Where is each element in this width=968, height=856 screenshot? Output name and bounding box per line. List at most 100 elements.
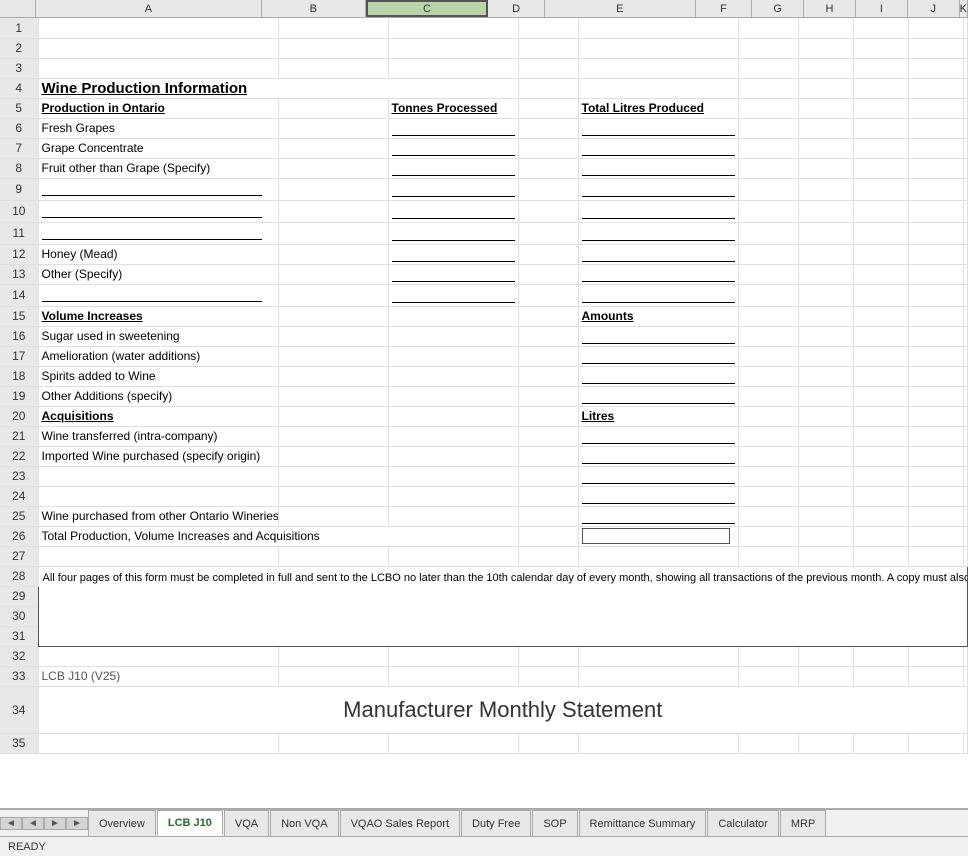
col-f-header: Total Litres Produced <box>578 98 738 118</box>
sheet-content: 1 2 <box>0 18 968 808</box>
col-header-D: D <box>488 0 545 17</box>
label-grape-concentrate: Grape Concentrate <box>38 138 278 158</box>
tab-vqa[interactable]: VQA <box>224 810 269 836</box>
col-header-F: F <box>696 0 753 17</box>
label-amounts: Amounts <box>578 306 738 326</box>
tab-duty-free[interactable]: Duty Free <box>461 810 531 836</box>
row-num: 21 <box>0 426 38 446</box>
table-row: 18 Spirits added to Wine <box>0 366 968 386</box>
table-row: 14 <box>0 284 968 306</box>
tab-vqao-sales-report[interactable]: VQAO Sales Report <box>340 810 460 836</box>
table-row: 8 Fruit other than Grape (Specify) <box>0 158 968 178</box>
row11-tonnes-input[interactable] <box>522 226 575 240</box>
table-row: 20 Acquisitions Litres <box>0 406 968 426</box>
tab-non-vqa[interactable]: Non VQA <box>270 810 338 836</box>
table-row: 15 Volume Increases Amounts <box>0 306 968 326</box>
row14-tonnes-input[interactable] <box>522 288 575 302</box>
table-row: 26 Total Production, Volume Increases an… <box>0 526 968 546</box>
table-row: 24 <box>0 486 968 506</box>
grape-concentrate-tonnes-input[interactable] <box>522 141 575 155</box>
tab-mrp[interactable]: MRP <box>780 810 826 836</box>
tab-overview[interactable]: Overview <box>88 810 156 836</box>
label-other-specify: Other (Specify) <box>38 264 278 284</box>
total-production-box[interactable] <box>582 528 730 544</box>
label-sugar-sweetening: Sugar used in sweetening <box>38 326 278 346</box>
table-row: 13 Other (Specify) <box>0 264 968 284</box>
label-volume-increases: Volume Increases <box>38 306 278 326</box>
table-row: 12 Honey (Mead) <box>0 244 968 264</box>
row-num: 30 <box>0 606 38 626</box>
fruit-other-tonnes-input[interactable] <box>522 161 575 175</box>
tab-sop[interactable]: SOP <box>532 810 577 836</box>
tab-bar: ◄ ◄ ► ► Overview LCB J10 VQA Non VQA VQA… <box>0 808 968 836</box>
col-header-A: A <box>36 0 262 17</box>
tab-scroll-right[interactable]: ► <box>44 817 66 830</box>
label-other-additions: Other Additions (specify) <box>38 386 278 406</box>
table-row: 32 <box>0 646 968 666</box>
table-row: 27 <box>0 546 968 566</box>
tab-calculator[interactable]: Calculator <box>707 810 779 836</box>
status-text: READY <box>8 841 46 853</box>
row-num: 8 <box>0 158 38 178</box>
row-num: 28 <box>0 566 38 586</box>
table-row: 10 <box>0 200 968 222</box>
table-row: 28 All four pages of this form must be c… <box>0 566 968 586</box>
notice-text: All four pages of this form must be comp… <box>38 566 968 646</box>
sheet-table: 1 2 <box>0 18 968 754</box>
row9-tonnes-input[interactable] <box>522 182 575 196</box>
other-tonnes-input[interactable] <box>522 267 575 281</box>
column-headers: A B C D E F G H I J K <box>0 0 968 18</box>
row-num: 4 <box>0 78 38 98</box>
row-num: 1 <box>0 18 38 38</box>
table-row: 19 Other Additions (specify) <box>0 386 968 406</box>
tab-lcb-j10[interactable]: LCB J10 <box>157 810 223 836</box>
table-row: 11 <box>0 222 968 244</box>
table-row: 34 Manufacturer Monthly Statement <box>0 686 968 733</box>
col-header-C: C <box>366 0 489 17</box>
col-b-header: Production in Ontario <box>38 98 278 118</box>
col-header-row <box>0 0 36 17</box>
table-row: 21 Wine transferred (intra-company) <box>0 426 968 446</box>
label-imported-wine: Imported Wine purchased (specify origin) <box>38 446 278 466</box>
row-num: 15 <box>0 306 38 326</box>
table-row: 16 Sugar used in sweetening <box>0 326 968 346</box>
tab-scroll-left[interactable]: ◄ <box>0 817 22 830</box>
col-header-H: H <box>804 0 856 17</box>
col-header-B: B <box>262 0 366 17</box>
table-row: 3 <box>0 58 968 78</box>
row-num: 33 <box>0 666 38 686</box>
row10-tonnes-input[interactable] <box>522 204 575 218</box>
tab-scroll-left2[interactable]: ◄ <box>22 817 44 830</box>
row-num: 10 <box>0 200 38 222</box>
tab-remittance-summary[interactable]: Remittance Summary <box>579 810 707 836</box>
status-bar: READY <box>0 836 968 856</box>
table-row: 23 <box>0 466 968 486</box>
label-fruit-other: Fruit other than Grape (Specify) <box>38 158 278 178</box>
row-num: 31 <box>0 626 38 646</box>
row-num: 32 <box>0 646 38 666</box>
row-num: 13 <box>0 264 38 284</box>
row-num: 25 <box>0 506 38 526</box>
tab-scroll-right2[interactable]: ► <box>66 817 88 830</box>
honey-mead-tonnes-input[interactable] <box>522 247 575 261</box>
row-num: 7 <box>0 138 38 158</box>
table-row: 2 <box>0 38 968 58</box>
table-row: 6 Fresh Grapes <box>0 118 968 138</box>
row-num: 34 <box>0 686 38 733</box>
label-acquisitions: Acquisitions <box>38 406 278 426</box>
label-spirits-added: Spirits added to Wine <box>38 366 278 386</box>
table-row: 35 <box>0 733 968 753</box>
row-num: 20 <box>0 406 38 426</box>
row-num: 9 <box>0 178 38 200</box>
table-row: 1 <box>0 18 968 38</box>
row-num: 17 <box>0 346 38 366</box>
row-num: 11 <box>0 222 38 244</box>
fresh-grapes-tonnes-input[interactable] <box>522 121 575 135</box>
row-num: 16 <box>0 326 38 346</box>
row-num: 26 <box>0 526 38 546</box>
row-num: 27 <box>0 546 38 566</box>
col-header-G: G <box>752 0 804 17</box>
row-num: 14 <box>0 284 38 306</box>
spreadsheet: A B C D E F G H I J K 1 <box>0 0 968 808</box>
col-header-E: E <box>545 0 696 17</box>
